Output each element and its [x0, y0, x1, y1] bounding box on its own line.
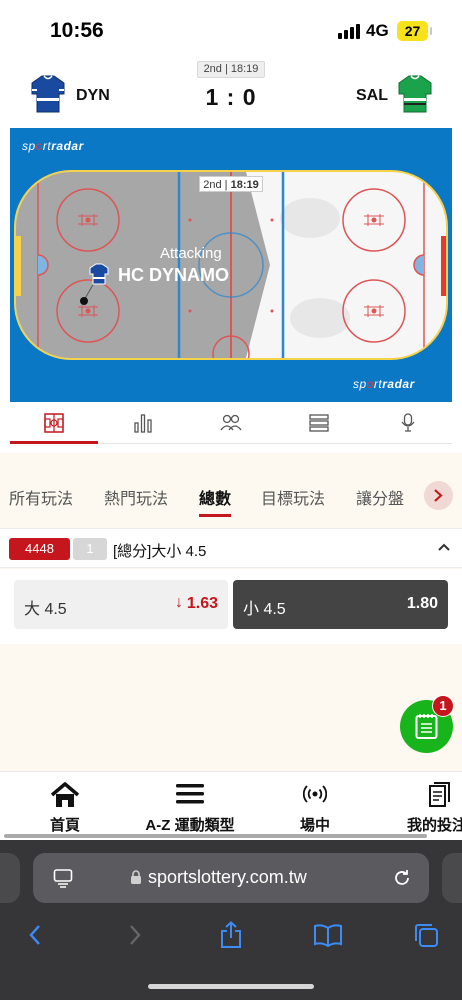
- odds-down-icon: ↓: [175, 594, 183, 611]
- lock-icon: [131, 870, 141, 884]
- nav-az-label: A-Z 運動類型: [145, 817, 235, 834]
- share-icon: [221, 921, 241, 948]
- tab-all-markets[interactable]: 所有玩法: [9, 485, 73, 509]
- hockey-rink: [14, 170, 448, 360]
- puck-position: [80, 297, 88, 305]
- home-indicator[interactable]: [148, 984, 314, 989]
- nav-az-sports[interactable]: A-Z 運動類型: [130, 772, 250, 834]
- lineup-icon: [220, 414, 242, 430]
- app-screen: 10:56 4G 27 2nd | 18:19 DYN 1 : 0 SAL sp…: [0, 0, 462, 1000]
- battery-level: 27: [404, 23, 421, 39]
- list-icon: [309, 413, 330, 432]
- tabs-button[interactable]: [406, 915, 446, 955]
- tab-lineup[interactable]: [187, 402, 275, 443]
- signal-icon: [338, 23, 360, 39]
- tab-popular-markets[interactable]: 熱門玩法: [104, 485, 168, 509]
- more-categories-button[interactable]: [424, 481, 453, 510]
- tab-commentary[interactable]: [364, 402, 452, 443]
- under-odds-button[interactable]: 小 4.5 1.80: [233, 580, 448, 629]
- tab-goal-markets[interactable]: 目標玩法: [261, 485, 325, 509]
- match-score: 1 : 0: [205, 84, 257, 110]
- market-section: 所有玩法 熱門玩法 總數 目標玩法 讓分盤 4448 1 [總分]大小 4.5 …: [0, 453, 462, 771]
- score-header: 2nd | 18:19 DYN 1 : 0 SAL: [0, 58, 462, 128]
- nav-my-bets[interactable]: 我的投注: [400, 772, 462, 834]
- forward-button[interactable]: [115, 915, 155, 955]
- over-label: 大 4.5: [24, 601, 67, 618]
- nav-live-label: 場中: [299, 817, 330, 834]
- market-title: [總分]大小 4.5: [113, 543, 207, 560]
- live-icon: [303, 785, 327, 803]
- home-icon: [50, 782, 80, 807]
- commentary-icon: [401, 412, 415, 432]
- browser-tools: [0, 915, 462, 955]
- stats-icon: [133, 413, 152, 433]
- share-button[interactable]: [211, 915, 251, 955]
- tab-list[interactable]: [275, 402, 363, 443]
- tabs-icon: [415, 924, 438, 947]
- horizontal-scrollbar[interactable]: [4, 834, 427, 838]
- match-period: 2nd | 18:19: [197, 61, 265, 78]
- match-tracker[interactable]: sportradar sportradar 2nd | 18:19 Attack…: [10, 128, 452, 402]
- address-bar[interactable]: sportslottery.com.tw: [33, 853, 429, 903]
- back-button[interactable]: [15, 915, 55, 955]
- tracker-clock: 2nd | 18:19: [199, 176, 263, 192]
- nav-home[interactable]: 首頁: [30, 772, 100, 834]
- network-type: 4G: [366, 21, 389, 40]
- nav-live[interactable]: 場中: [280, 772, 350, 834]
- reader-icon[interactable]: [53, 868, 73, 888]
- market-id-badge: 4448: [9, 538, 70, 560]
- browser-toolbar: sportslottery.com.tw: [0, 840, 462, 1000]
- away-jersey-icon: [398, 75, 432, 113]
- home-jersey-icon: [31, 75, 65, 113]
- tracker-tabs: [10, 402, 452, 444]
- bottom-nav: 首頁 A-Z 運動類型 場中 我的投注: [0, 771, 462, 839]
- over-odds-value: 1.63: [186, 595, 218, 612]
- bet-slip-button[interactable]: 1: [400, 695, 454, 753]
- previous-tab-peek[interactable]: [0, 853, 20, 903]
- chevron-right-icon: [434, 489, 443, 502]
- tab-field[interactable]: [10, 402, 99, 444]
- field-icon: [44, 412, 64, 433]
- battery-icon: 27: [397, 21, 432, 41]
- bookmarks-button[interactable]: [308, 915, 348, 955]
- market-count-badge: 1: [73, 538, 107, 560]
- tab-stats[interactable]: [98, 402, 186, 443]
- home-team-abbr: DYN: [76, 87, 110, 104]
- tab-totals[interactable]: 總數: [199, 485, 232, 517]
- nav-home-label: 首頁: [49, 817, 80, 834]
- under-label: 小 4.5: [243, 601, 286, 618]
- forward-icon: [130, 925, 141, 945]
- market-header[interactable]: 4448 1 [總分]大小 4.5: [0, 528, 462, 568]
- status-time: 10:56: [50, 19, 104, 42]
- back-icon: [29, 925, 40, 945]
- reload-icon[interactable]: [391, 867, 413, 889]
- bets-icon: [429, 782, 450, 807]
- tracker-state: Attacking: [160, 245, 222, 262]
- odds-row: 大 4.5 ↓ 1.63 小 4.5 1.80: [0, 569, 462, 644]
- under-odds-value: 1.80: [406, 595, 438, 612]
- nav-my-bets-label: 我的投注: [407, 817, 462, 834]
- menu-icon: [176, 784, 204, 804]
- away-team-abbr: SAL: [356, 87, 388, 104]
- url-text: sportslottery.com.tw: [148, 867, 307, 887]
- bet-slip-count: 1: [432, 695, 454, 717]
- over-odds-button[interactable]: 大 4.5 ↓ 1.63: [14, 580, 228, 629]
- status-bar: 10:56 4G 27: [0, 0, 462, 58]
- tracker-team: HC DYNAMO: [118, 265, 229, 285]
- tab-handicap[interactable]: 讓分盤: [356, 485, 404, 509]
- chevron-up-icon[interactable]: [438, 543, 450, 551]
- bookmarks-icon: [314, 924, 342, 947]
- next-tab-peek[interactable]: [442, 853, 462, 903]
- bet-slip-icon: [415, 714, 438, 739]
- market-category-tabs: 所有玩法 熱門玩法 總數 目標玩法 讓分盤: [0, 453, 462, 525]
